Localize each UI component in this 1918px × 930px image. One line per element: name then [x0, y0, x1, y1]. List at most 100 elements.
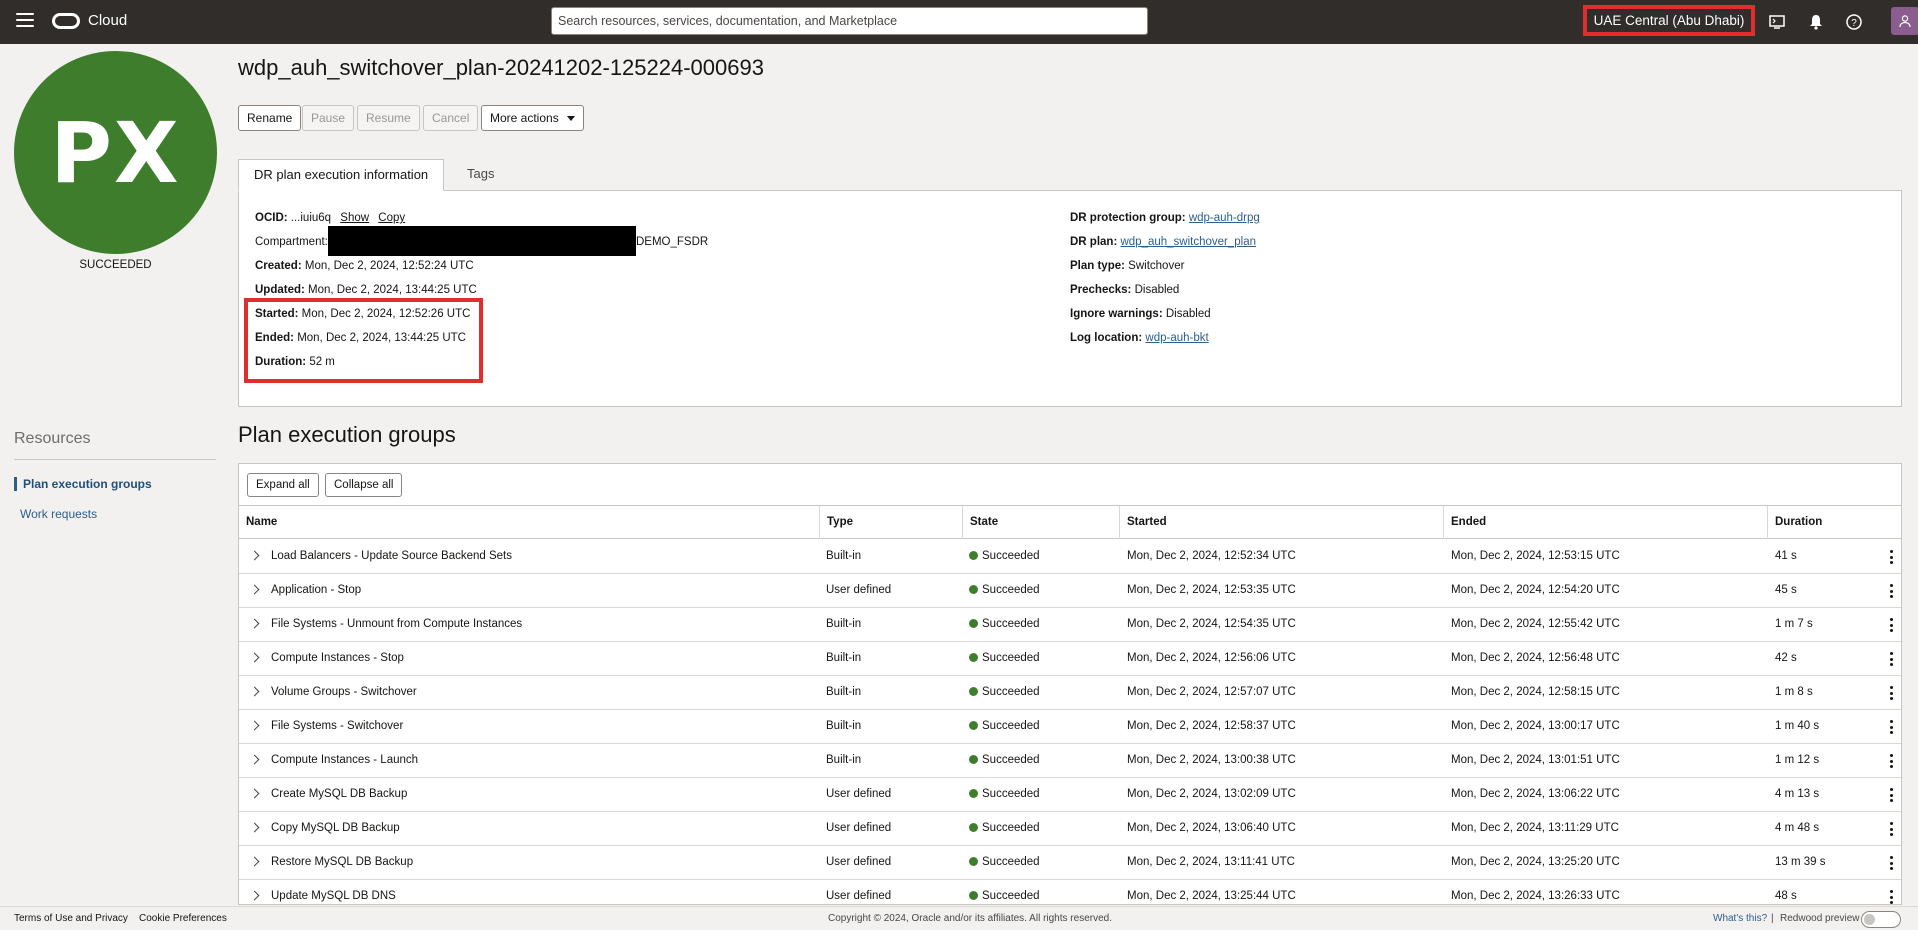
state-text: Succeeded	[982, 686, 1040, 698]
cell-started: Mon, Dec 2, 2024, 12:52:34 UTC	[1127, 550, 1296, 562]
table-row[interactable]: Compute Instances - Stop Built-in Succeede…	[239, 642, 1901, 676]
cookie-preferences-link[interactable]: Cookie Preferences	[139, 913, 227, 924]
pause-button[interactable]: Pause	[302, 105, 355, 131]
cell-type: Built-in	[826, 652, 862, 664]
table-row[interactable]: Update MySQL DB DNS User defined Succeeded…	[239, 880, 1901, 904]
row-actions-kebab-icon[interactable]	[1890, 652, 1893, 666]
log-location-link[interactable]: wdp-auh-bkt	[1145, 332, 1208, 344]
status-dot-icon	[969, 721, 978, 730]
cloud-shell-icon[interactable]	[1766, 11, 1788, 33]
brand-label: Cloud	[88, 12, 128, 29]
state-text: Succeeded	[982, 584, 1040, 596]
redwood-preview-toggle[interactable]	[1861, 911, 1901, 928]
table-row[interactable]: Create MySQL DB Backup User defined Succee…	[239, 778, 1901, 812]
row-actions-kebab-icon[interactable]	[1890, 618, 1893, 632]
cell-type: User defined	[826, 788, 892, 800]
chevron-right-icon[interactable]	[249, 550, 260, 561]
dr-plan-link[interactable]: wdp_auh_switchover_plan	[1120, 236, 1256, 248]
oracle-cloud-logo[interactable]: Cloud	[52, 12, 127, 29]
table-row[interactable]: Restore MySQL DB Backup User defined Succe…	[239, 846, 1901, 880]
resource-plan-execution-groups[interactable]: Plan execution groups	[14, 477, 152, 491]
cell-ended: Mon, Dec 2, 2024, 12:58:15 UTC	[1451, 686, 1620, 698]
created-label: Created:	[255, 260, 302, 272]
column-header-state[interactable]: State	[962, 506, 1119, 539]
row-actions-kebab-icon[interactable]	[1890, 686, 1893, 700]
chevron-right-icon[interactable]	[249, 754, 260, 765]
timing-highlight-box	[244, 298, 483, 383]
search-input[interactable]: Search resources, services, documentatio…	[551, 7, 1148, 35]
cell-type: Built-in	[826, 754, 862, 766]
expand-all-button[interactable]: Expand all	[247, 473, 319, 497]
tab-dr-plan-execution-information[interactable]: DR plan execution information	[238, 159, 445, 191]
state-text: Succeeded	[982, 550, 1040, 562]
ocid-value: ...iuiu6q	[290, 212, 332, 224]
column-header-name[interactable]: Name	[239, 506, 819, 539]
table-row[interactable]: Compute Instances - Launch Built-in Succee…	[239, 744, 1901, 778]
cell-ended: Mon, Dec 2, 2024, 12:53:15 UTC	[1451, 550, 1620, 562]
plan-type-label: Plan type:	[1070, 260, 1125, 272]
table-row[interactable]: Volume Groups - Switchover Built-in Succee…	[239, 676, 1901, 710]
chevron-right-icon[interactable]	[249, 856, 260, 867]
row-actions-kebab-icon[interactable]	[1890, 584, 1893, 598]
tab-tags[interactable]: Tags	[452, 159, 509, 191]
top-bar: Cloud Search resources, services, docume…	[0, 0, 1918, 44]
table-row[interactable]: Copy MySQL DB Backup User defined Succeede…	[239, 812, 1901, 846]
table-row[interactable]: File Systems - Unmount from Compute Inst…	[239, 608, 1901, 642]
menu-icon[interactable]	[16, 13, 34, 27]
more-actions-button[interactable]: More actions	[481, 105, 584, 131]
chevron-right-icon[interactable]	[249, 652, 260, 663]
row-actions-kebab-icon[interactable]	[1890, 788, 1893, 802]
status-dot-icon	[969, 619, 978, 628]
table-row[interactable]: Application - Stop User defined Succeeded M…	[239, 574, 1901, 608]
cell-name: Application - Stop	[271, 584, 362, 596]
ocid-copy-link[interactable]: Copy	[378, 212, 405, 224]
ignore-warnings-label: Ignore warnings:	[1070, 308, 1163, 320]
row-actions-kebab-icon[interactable]	[1890, 720, 1893, 734]
ocid-label: OCID:	[255, 212, 288, 224]
terms-link[interactable]: Terms of Use and Privacy	[14, 913, 128, 924]
protection-group-field: DR protection group: wdp-auh-drpg	[1070, 212, 1260, 224]
table-row[interactable]: File Systems - Switchover Built-in Succeed…	[239, 710, 1901, 744]
chevron-right-icon[interactable]	[249, 720, 260, 731]
resource-work-requests[interactable]: Work requests	[14, 507, 97, 521]
cell-ended: Mon, Dec 2, 2024, 13:00:17 UTC	[1451, 720, 1620, 732]
ocid-field: OCID: ...iuiu6q Show Copy	[255, 212, 405, 224]
chevron-right-icon[interactable]	[249, 618, 260, 629]
bell-icon[interactable]	[1805, 11, 1827, 33]
region-selector[interactable]: UAE Central (Abu Dhabi)	[1583, 5, 1755, 36]
chevron-right-icon[interactable]	[249, 822, 260, 833]
chevron-right-icon[interactable]	[249, 788, 260, 799]
resume-button[interactable]: Resume	[357, 105, 420, 131]
cell-state: Succeeded	[969, 608, 1040, 641]
column-header-duration[interactable]: Duration	[1767, 506, 1901, 539]
protection-group-link[interactable]: wdp-auh-drpg	[1189, 212, 1260, 224]
whats-this-link[interactable]: What's this?	[1713, 913, 1767, 924]
page-title: wdp_auh_switchover_plan-20241202-125224-…	[238, 55, 764, 80]
row-actions-kebab-icon[interactable]	[1890, 890, 1893, 904]
row-actions-kebab-icon[interactable]	[1890, 754, 1893, 768]
row-actions-kebab-icon[interactable]	[1890, 856, 1893, 870]
row-actions-kebab-icon[interactable]	[1890, 550, 1893, 564]
help-icon[interactable]: ?	[1843, 11, 1865, 33]
rename-button[interactable]: Rename	[238, 105, 302, 131]
cancel-button[interactable]: Cancel	[423, 105, 479, 131]
collapse-all-button[interactable]: Collapse all	[325, 473, 403, 497]
user-icon[interactable]	[1891, 7, 1918, 35]
chevron-right-icon[interactable]	[249, 890, 260, 901]
table-header: Name Type State Started Ended Duration	[239, 505, 1901, 539]
ocid-show-link[interactable]: Show	[340, 212, 369, 224]
row-actions-kebab-icon[interactable]	[1890, 822, 1893, 836]
cell-name: Compute Instances - Stop	[271, 652, 404, 664]
state-text: Succeeded	[982, 720, 1040, 732]
state-text: Succeeded	[982, 788, 1040, 800]
chevron-right-icon[interactable]	[249, 686, 260, 697]
cell-duration: 4 m 48 s	[1775, 822, 1820, 834]
column-header-started[interactable]: Started	[1119, 506, 1443, 539]
cell-name: Restore MySQL DB Backup	[271, 856, 414, 868]
column-header-type[interactable]: Type	[819, 506, 962, 539]
table-row[interactable]: Load Balancers - Update Source Backend S…	[239, 540, 1901, 574]
column-header-ended[interactable]: Ended	[1443, 506, 1767, 539]
chevron-right-icon[interactable]	[249, 584, 260, 595]
state-text: Succeeded	[982, 618, 1040, 630]
cell-type: User defined	[826, 890, 892, 902]
